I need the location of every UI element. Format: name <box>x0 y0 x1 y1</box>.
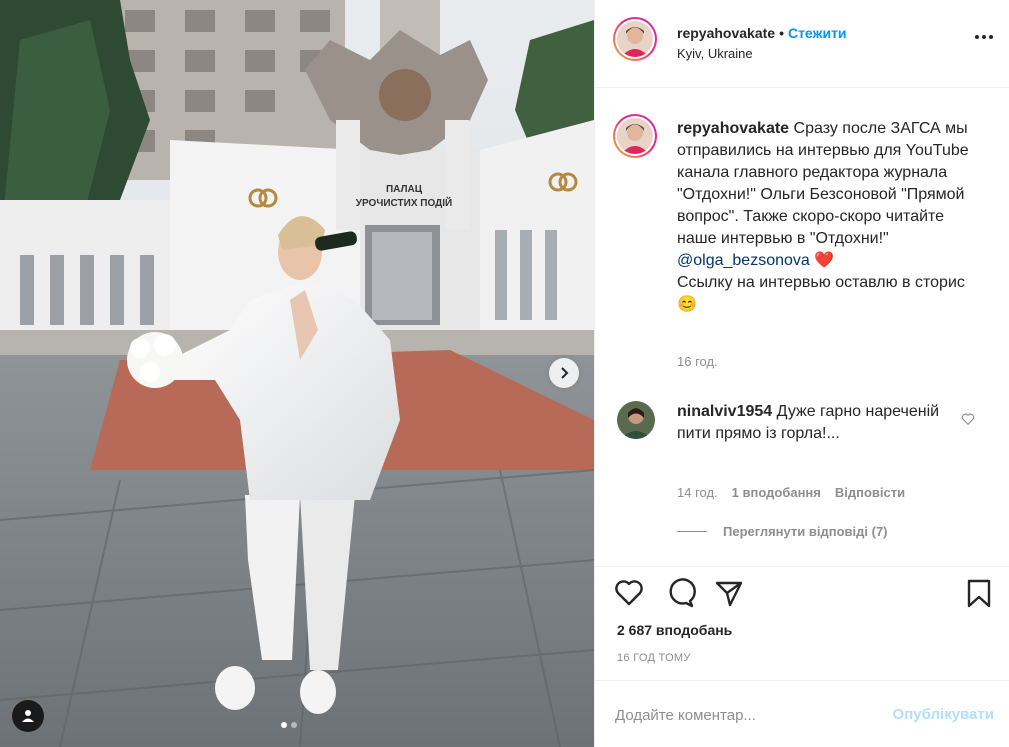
follow-button[interactable]: Стежити <box>788 25 847 41</box>
user-tag-icon <box>22 710 34 722</box>
posted-time[interactable]: 16 ГОД ТОМУ <box>617 652 691 664</box>
publish-button[interactable]: Опублікувати <box>893 706 994 723</box>
author-avatar[interactable] <box>613 17 657 61</box>
caption-mention[interactable]: @olga_bezsonova <box>677 252 810 269</box>
heart-icon <box>615 580 643 606</box>
post-photo[interactable]: ПАЛАЦ УРОЧИСТИХ ПОДІЙ <box>0 0 594 747</box>
carousel-indicator <box>281 722 297 728</box>
comment-icon <box>669 578 696 608</box>
caption-text: Сразу после ЗАГСА мы отправились на инте… <box>677 120 969 247</box>
comment-input[interactable] <box>615 703 875 727</box>
caption-username[interactable]: repyahovakate <box>677 120 789 137</box>
comment-likes[interactable]: 1 вподобання <box>732 485 821 500</box>
more-options-button[interactable] <box>975 35 993 39</box>
heart-outline-icon <box>961 413 975 426</box>
save-button[interactable] <box>963 577 995 612</box>
post-caption: repyahovakate Сразу после ЗАГСА мы отпра… <box>677 118 977 316</box>
author-username[interactable]: repyahovakate <box>677 25 775 41</box>
caption-timestamp[interactable]: 16 год. <box>677 354 718 369</box>
wedding-photo-image: ПАЛАЦ УРОЧИСТИХ ПОДІЙ <box>0 0 594 747</box>
post-actions: 2 687 вподобань 16 ГОД ТОМУ <box>595 566 1009 680</box>
chevron-right-icon <box>561 367 569 379</box>
share-paper-plane-icon <box>715 581 743 607</box>
heart-emoji: ❤️ <box>814 252 835 269</box>
post-location[interactable]: Kyiv, Ukraine <box>677 46 753 61</box>
comment: ninalviv1954 Дуже гарно нареченій пити п… <box>677 401 947 445</box>
building-sign-line2: УРОЧИСТИХ ПОДІЙ <box>356 196 452 209</box>
comment-button[interactable] <box>664 577 696 612</box>
building-sign-line1: ПАЛАЦ <box>386 184 423 195</box>
bookmark-icon <box>967 579 991 608</box>
carousel-dot-active <box>281 722 287 728</box>
view-replies-label: Переглянути відповіді (7) <box>723 524 888 539</box>
post-side-panel: repyahovakate • Стежити Kyiv, Ukraine repy… <box>594 0 1009 747</box>
smile-emoji: 😊 <box>677 296 697 313</box>
caption-author-avatar[interactable] <box>613 114 657 158</box>
replies-divider-line <box>677 531 707 532</box>
carousel-dot <box>291 722 297 728</box>
share-button[interactable] <box>713 577 745 612</box>
post-header: repyahovakate • Стежити Kyiv, Ukraine <box>595 0 1009 88</box>
tagged-users-button[interactable] <box>12 700 44 732</box>
like-button[interactable] <box>613 577 645 612</box>
reply-button[interactable]: Відповісти <box>835 485 905 500</box>
separator-dot: • <box>779 25 784 41</box>
commenter-username[interactable]: ninalviv1954 <box>677 403 772 420</box>
more-horizontal-icon <box>975 35 979 39</box>
comment-like-button[interactable] <box>961 412 975 429</box>
likes-count[interactable]: 2 687 вподобань <box>617 622 732 638</box>
comments-section: repyahovakate Сразу после ЗАГСА мы отпра… <box>595 88 1009 566</box>
carousel-next-button[interactable] <box>549 358 579 388</box>
comment-meta: 14 год. 1 вподобання Відповісти <box>677 485 905 500</box>
add-comment-bar: Опублікувати <box>595 680 1009 747</box>
view-replies-button[interactable]: Переглянути відповіді (7) <box>677 524 888 539</box>
commenter-avatar[interactable] <box>617 401 655 439</box>
comment-timestamp[interactable]: 14 год. <box>677 485 718 500</box>
caption-text-2: Ссылку на интервью оставлю в сторис <box>677 274 965 291</box>
